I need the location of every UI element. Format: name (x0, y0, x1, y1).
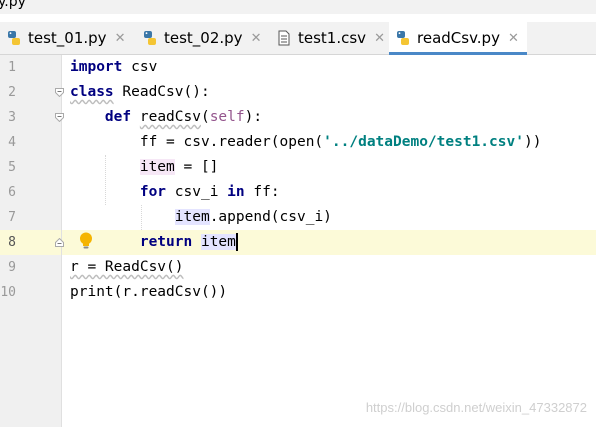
code-line[interactable]: return item (70, 230, 238, 255)
code-token: ( (200, 109, 210, 125)
code-token: csv_i (166, 184, 228, 200)
line-number: 7 (8, 210, 16, 225)
python-file-icon (397, 31, 409, 45)
close-icon[interactable]: ✕ (251, 31, 262, 46)
fold-end-icon[interactable] (55, 238, 64, 247)
code-token: csv (122, 59, 158, 75)
current-line-number: 8 (8, 235, 16, 250)
tab-test-01[interactable]: test_01.py ✕ (0, 22, 131, 54)
code-line[interactable]: ff = csv.reader(open('../dataDemo/test1.… (70, 130, 542, 155)
code-token: in (227, 184, 245, 200)
line-number: 1 (8, 60, 16, 75)
fold-collapse-icon[interactable] (55, 88, 64, 97)
fold-collapse-icon[interactable] (55, 113, 64, 122)
code-line[interactable]: r = ReadCsv() (70, 255, 184, 280)
code-token: for (139, 184, 167, 200)
code-token: ReadCsv(): (113, 84, 210, 100)
watermark: https://blog.csdn.net/weixin_47332872 (365, 400, 587, 415)
line-number: 3 (8, 110, 16, 125)
python-file-icon (144, 31, 156, 45)
code-token: '../dataDemo/test1.csv' (323, 134, 524, 150)
close-icon[interactable]: ✕ (508, 31, 519, 46)
code-token: self (209, 109, 245, 125)
tab-label: test1.csv (298, 29, 367, 47)
python-file-icon (8, 31, 20, 45)
line-number-gutter: 1 2 3 4 5 6 7 8 9 10 8 (0, 55, 62, 427)
code-token: item (174, 209, 210, 225)
text-caret (235, 233, 238, 251)
code-token: import (70, 59, 123, 75)
code-line[interactable]: def readCsv(self): (70, 105, 262, 130)
tab-readcsv[interactable]: readCsv.py ✕ (389, 22, 527, 55)
code-token: )) (523, 134, 542, 150)
code-token: r = ReadCsv() (70, 259, 184, 275)
code-line[interactable]: class ReadCsv(): (70, 80, 210, 105)
code-token: item (139, 159, 175, 175)
code-token: return (139, 234, 193, 250)
code-token: item (200, 234, 236, 250)
line-number: 4 (8, 135, 16, 150)
tab-label: test_02.py (164, 29, 243, 47)
code-line[interactable]: item.append(csv_i) (70, 205, 332, 230)
tab-label: readCsv.py (417, 29, 500, 47)
code-line[interactable]: import csv (70, 55, 157, 80)
editor-tab-bar: test_01.py ✕ test_02.py ✕ test1.csv ✕ re… (0, 22, 596, 55)
close-icon[interactable]: ✕ (374, 31, 385, 46)
code-token: readCsv (139, 109, 201, 125)
code-token: ff: (244, 184, 280, 200)
tab-test-02[interactable]: test_02.py ✕ (136, 22, 264, 54)
line-number: 9 (8, 260, 16, 275)
tab-test1-csv[interactable]: test1.csv ✕ (270, 22, 386, 54)
window-title-bar: y.py (0, 0, 596, 14)
code-line[interactable]: for csv_i in ff: (70, 180, 280, 205)
code-token: ): (244, 109, 263, 125)
code-token: print(r.readCsv()) (70, 284, 228, 300)
line-number: 5 (8, 160, 16, 175)
code-token: .append(csv_i) (209, 209, 332, 225)
code-line[interactable]: item = [] (70, 155, 218, 180)
close-icon[interactable]: ✕ (115, 31, 126, 46)
code-token: def (104, 109, 132, 125)
line-number: 6 (8, 185, 16, 200)
code-token: = [] (174, 159, 219, 175)
line-number: 10 (0, 285, 16, 300)
tab-label: test_01.py (28, 29, 107, 47)
window-title: y.py (0, 0, 26, 10)
code-line[interactable]: print(r.readCsv()) (70, 280, 227, 305)
text-file-icon (278, 30, 290, 46)
line-number: 2 (8, 85, 16, 100)
code-token: ff = csv.reader(open( (70, 134, 324, 150)
code-token: class (70, 84, 114, 100)
